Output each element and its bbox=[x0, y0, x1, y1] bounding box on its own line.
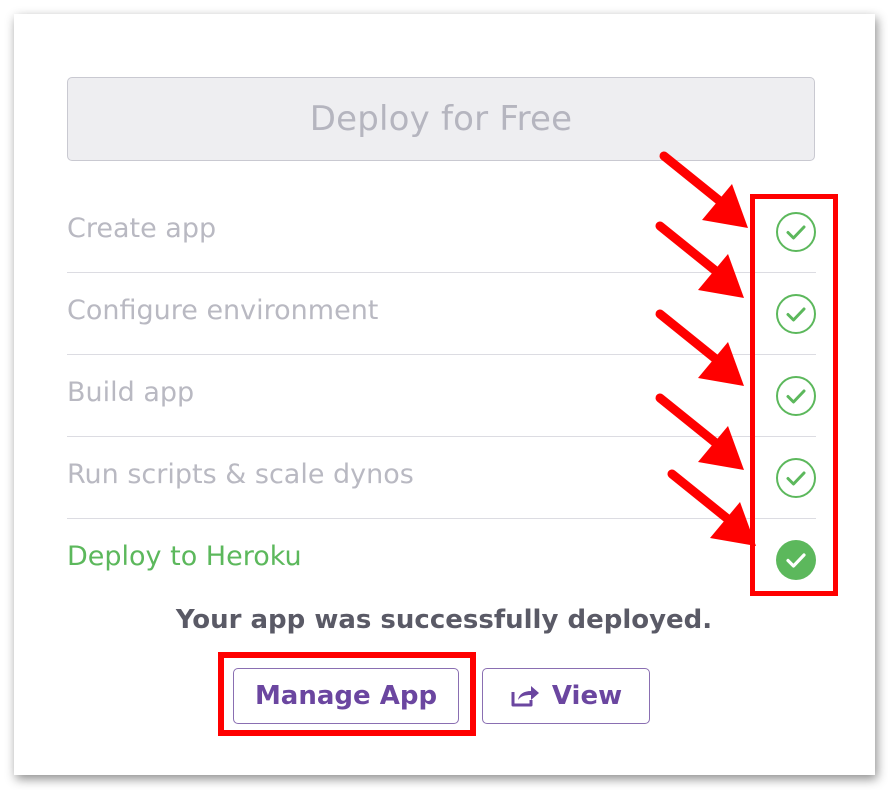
view-app-button[interactable]: View bbox=[482, 668, 650, 724]
step-label: Run scripts & scale dynos bbox=[67, 459, 414, 490]
manage-app-label: Manage App bbox=[254, 681, 438, 711]
view-label: View bbox=[551, 681, 623, 711]
red-arrow-icon bbox=[667, 469, 756, 546]
deploy-success-message: Your app was successfully deployed. bbox=[175, 605, 713, 635]
step-label: Configure environment bbox=[67, 295, 379, 326]
screenshot-stage: Deploy for Free Create app Configure env… bbox=[0, 0, 888, 790]
external-link-icon bbox=[511, 686, 539, 707]
step-label: Deploy to Heroku bbox=[67, 541, 302, 572]
manage-app-button[interactable]: Manage App bbox=[233, 668, 459, 724]
red-arrow-icon bbox=[655, 221, 744, 298]
step-label: Create app bbox=[67, 213, 217, 244]
step-label: Build app bbox=[67, 377, 195, 408]
red-arrow-icon bbox=[655, 309, 744, 386]
